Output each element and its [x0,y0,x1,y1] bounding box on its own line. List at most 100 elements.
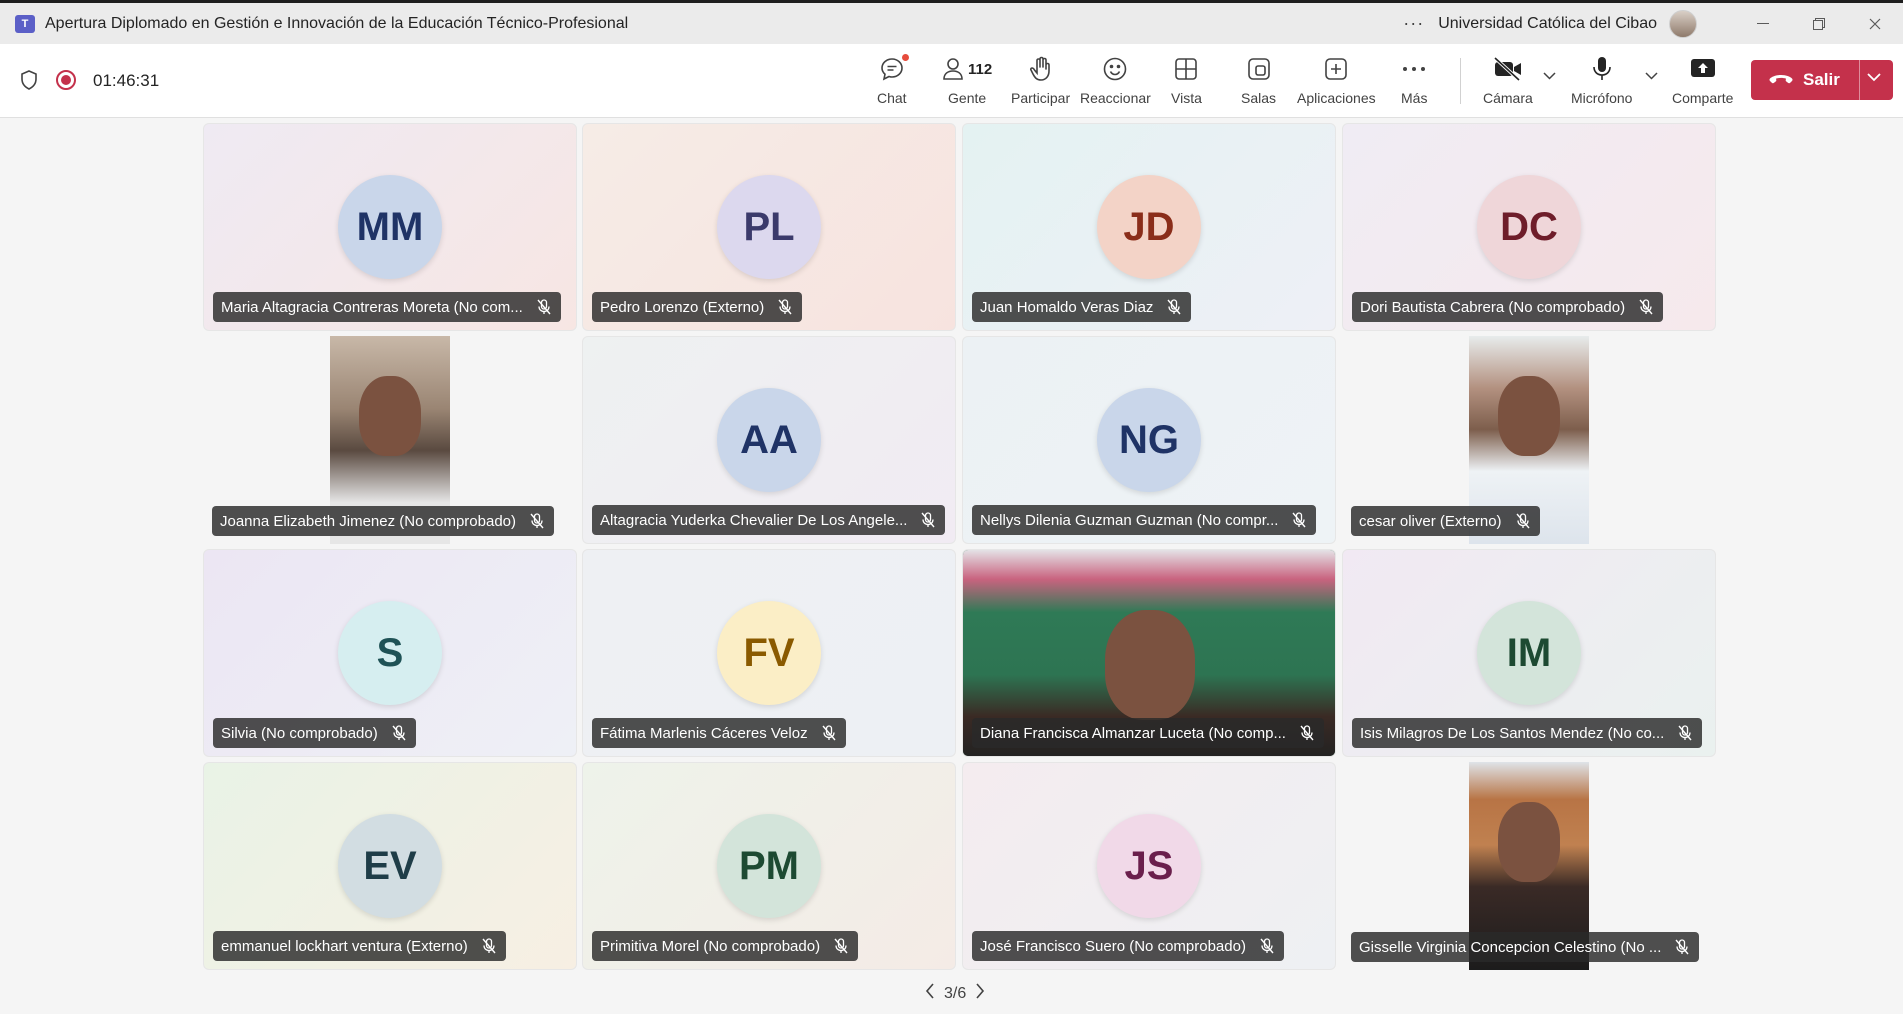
participant-tile[interactable]: EV emmanuel lockhart ventura (Externo) [203,762,577,970]
smiley-icon [1104,57,1127,81]
participant-tile[interactable]: PM Primitiva Morel (No comprobado) [582,762,956,970]
participant-name-tag: Maria Altagracia Contreras Moreta (No co… [213,292,561,322]
participant-name-tag: emmanuel lockhart ventura (Externo) [213,931,506,961]
page-navigator: 3/6 [916,983,994,1004]
participant-name: Pedro Lorenzo (Externo) [600,298,765,316]
participant-name: Gisselle Virginia Concepcion Celestino (… [1359,938,1662,956]
leave-label: Salir [1803,70,1840,89]
participant-name: emmanuel lockhart ventura (Externo) [221,937,468,955]
participant-avatar: PL [717,175,821,279]
participant-name: Juan Homaldo Veras Diaz [980,298,1154,316]
participant-avatar: S [338,601,442,705]
meeting-toolbar: 01:46:31 Chat 112 Gente Participar Reacc… [0,44,1903,118]
camera-button[interactable]: Cámara [1483,54,1533,112]
restore-button[interactable] [1791,3,1847,44]
participant-name: Silvia (No comprobado) [221,724,378,742]
participant-tile[interactable]: AA Altagracia Yuderka Chevalier De Los An… [582,336,956,544]
microphone-button[interactable]: Micrófono [1571,54,1632,112]
participant-name: José Francisco Suero (No comprobado) [980,937,1246,955]
teams-logo-icon: T [15,14,35,33]
shield-icon[interactable] [20,70,38,90]
participant-avatar: JS [1097,814,1201,918]
camera-options-chevron-icon[interactable] [1543,68,1556,83]
participant-name: Maria Altagracia Contreras Moreta (No co… [221,298,523,316]
participant-tile[interactable]: NG Nellys Dilenia Guzman Guzman (No compr… [962,336,1336,544]
participant-tile[interactable]: IM Isis Milagros De Los Santos Mendez (No… [1342,549,1716,757]
participant-name: cesar oliver (Externo) [1359,512,1502,530]
toolbar-divider [1460,58,1461,104]
apps-button[interactable]: Aplicaciones [1297,54,1376,112]
participant-tile[interactable]: Diana Francisca Almanzar Luceta (No comp… [962,549,1336,757]
microphone-muted-icon [482,938,496,954]
camera-label: Cámara [1483,90,1533,106]
participant-name: Joanna Elizabeth Jimenez (No comprobado) [220,512,516,530]
leave-button[interactable]: Salir [1751,60,1893,100]
page-indicator: 3/6 [944,984,967,1002]
react-label: Reaccionar [1080,90,1151,106]
microphone-muted-icon [834,938,848,954]
more-button[interactable]: Más [1401,54,1427,112]
breakout-rooms-button[interactable]: Salas [1241,54,1276,112]
participant-name-tag: cesar oliver (Externo) [1351,506,1540,536]
raise-hand-button[interactable]: Participar [1011,54,1070,112]
view-label: Vista [1171,90,1202,106]
add-apps-icon [1325,58,1348,80]
notification-dot [901,54,909,61]
react-button[interactable]: Reaccionar [1080,54,1151,112]
participant-avatar: NG [1097,388,1201,492]
participant-name: Diana Francisca Almanzar Luceta (No comp… [980,724,1286,742]
participant-tile[interactable]: FV Fátima Marlenis Cáceres Veloz [582,549,956,757]
organization-name: Universidad Católica del Cibao [1438,14,1657,32]
ellipsis-icon[interactable]: ··· [1403,13,1424,34]
participant-name-tag: Dori Bautista Cabrera (No comprobado) [1352,292,1664,322]
participant-tile[interactable]: PL Pedro Lorenzo (Externo) [582,123,956,331]
participant-tile[interactable]: S Silvia (No comprobado) [203,549,577,757]
people-label: Gente [948,90,987,106]
previous-page-icon[interactable] [916,983,944,1004]
minimize-button[interactable] [1735,3,1791,44]
microphone-muted-icon [1300,725,1314,741]
participant-name-tag: José Francisco Suero (No comprobado) [972,931,1284,961]
participant-face [1105,610,1195,720]
participant-name-tag: Nellys Dilenia Guzman Guzman (No compr..… [972,505,1317,535]
microphone-muted-icon [1675,939,1689,955]
raise-hand-icon [1029,56,1050,81]
participant-tile[interactable]: JD Juan Homaldo Veras Diaz [962,123,1336,331]
user-avatar[interactable] [1669,9,1697,38]
participant-tile[interactable]: Gisselle Virginia Concepcion Celestino (… [1342,762,1716,970]
participant-tile[interactable]: JS José Francisco Suero (No comprobado) [962,762,1336,970]
participant-tile[interactable]: DC Dori Bautista Cabrera (No comprobado) [1342,123,1716,331]
next-page-icon[interactable] [966,983,994,1004]
people-button[interactable]: 112 Gente [942,54,992,112]
microphone-muted-icon [1167,299,1181,315]
microphone-options-chevron-icon[interactable] [1645,68,1658,83]
microphone-muted-icon [1516,513,1530,529]
participant-face [359,376,421,456]
chat-button[interactable]: Chat [877,54,909,112]
more-icon [1403,67,1426,71]
participant-face [1498,802,1560,882]
participant-name-tag: Fátima Marlenis Cáceres Veloz [592,718,846,748]
apps-label: Aplicaciones [1297,90,1376,106]
participant-name: Altagracia Yuderka Chevalier De Los Ange… [600,511,908,529]
participant-name-tag: Pedro Lorenzo (Externo) [592,292,803,322]
share-button[interactable]: Comparte [1672,54,1733,112]
more-label: Más [1401,90,1428,106]
participant-tile[interactable]: Joanna Elizabeth Jimenez (No comprobado) [203,336,577,544]
microphone-muted-icon [921,512,935,528]
people-icon [943,58,963,80]
microphone-muted-icon [392,725,406,741]
microphone-icon [1592,57,1611,80]
participant-name-tag: Isis Milagros De Los Santos Mendez (No c… [1352,718,1703,748]
close-button[interactable] [1847,3,1903,44]
microphone-muted-icon [537,299,551,315]
participant-tile[interactable]: MM Maria Altagracia Contreras Moreta (No … [203,123,577,331]
microphone-muted-icon [1260,938,1274,954]
leave-options-chevron-icon[interactable] [1867,69,1881,85]
grid-view-icon [1175,58,1198,80]
participant-tile[interactable]: cesar oliver (Externo) [1342,336,1716,544]
microphone-muted-icon [1639,299,1653,315]
view-button[interactable]: Vista [1171,54,1202,112]
chat-icon [880,58,903,81]
participant-name-tag: Diana Francisca Almanzar Luceta (No comp… [972,718,1324,748]
